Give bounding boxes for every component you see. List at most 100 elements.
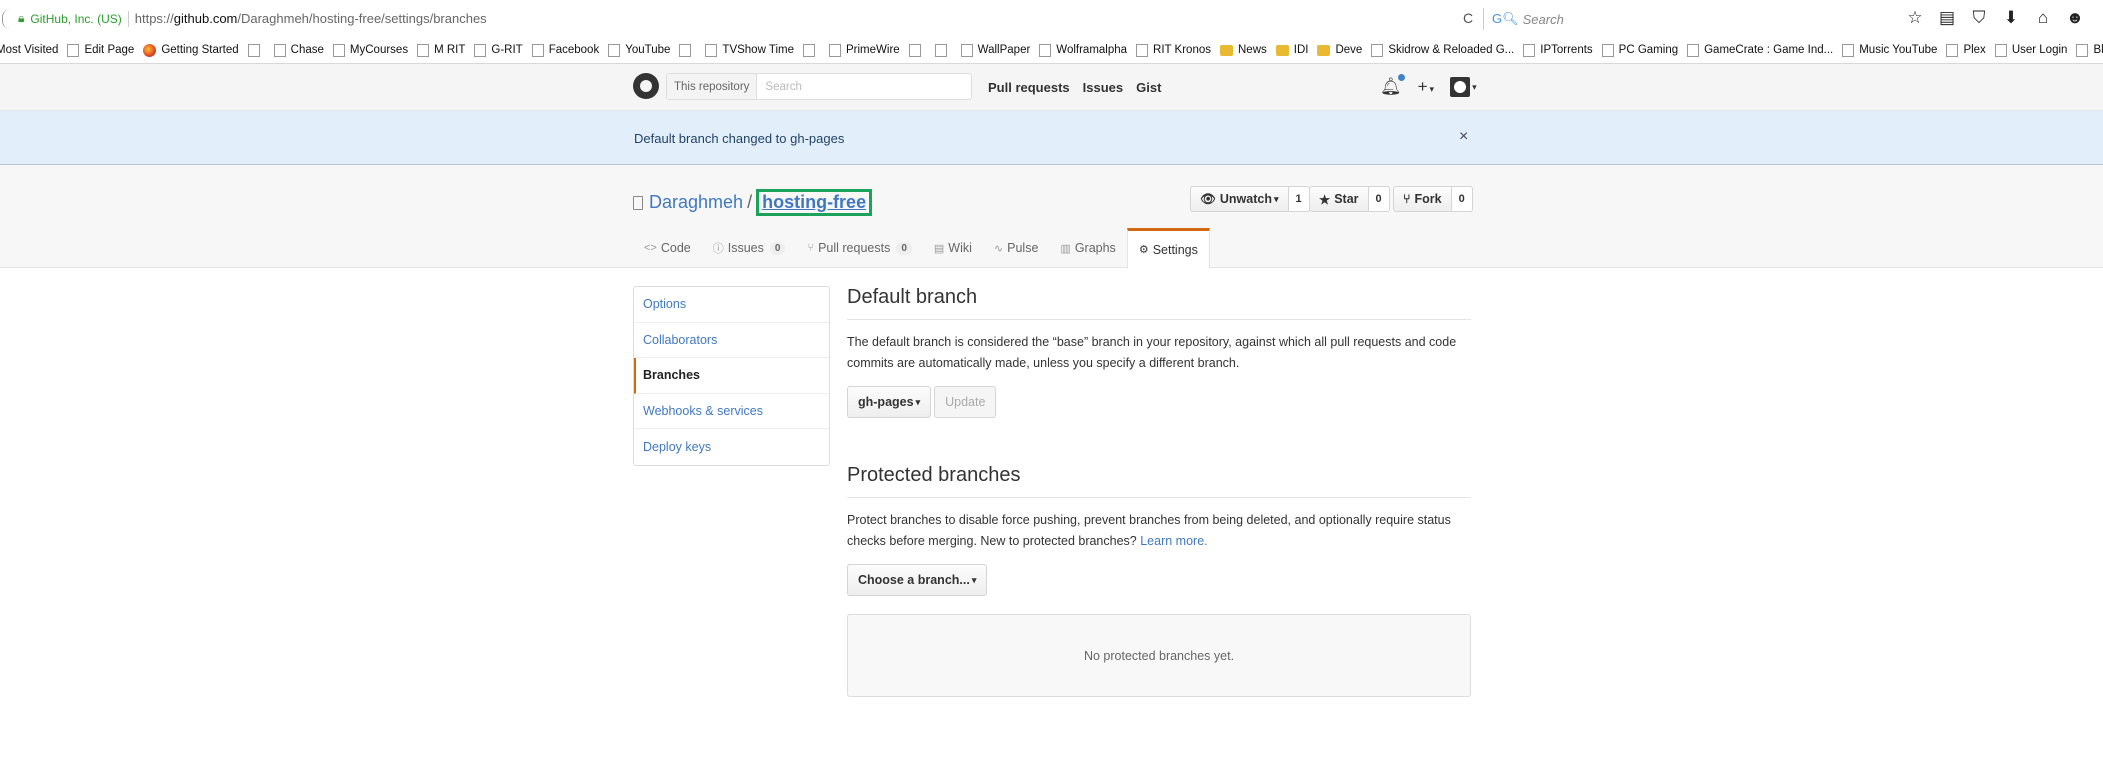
bookmark-item[interactable]: IPTorrents <box>1523 43 1593 57</box>
pulse-icon: ∿ <box>993 242 1004 255</box>
page-icon <box>1523 43 1536 57</box>
bookmark-item[interactable]: Deve <box>1317 44 1362 56</box>
menu-item-webhooks[interactable]: Webhooks & services <box>634 394 829 429</box>
stars-count[interactable]: 0 <box>1368 186 1390 212</box>
bookmark-item[interactable]: GameCrate : Game Ind... <box>1687 43 1833 57</box>
star-button[interactable]: ★ Star <box>1309 186 1369 212</box>
star-button-group: ★ Star 0 <box>1309 186 1390 212</box>
bookmark-item[interactable]: PrimeWire <box>829 43 900 57</box>
protected-branches-section: Protected branches Protect branches to d… <box>847 464 1471 697</box>
menu-item-options[interactable]: Options <box>634 287 829 323</box>
bookmark-item[interactable] <box>679 43 696 57</box>
fork-button[interactable]: ⑂ Fork <box>1393 186 1452 212</box>
header-nav: Pull requests Issues Gist <box>988 80 1161 95</box>
bookmark-star-icon[interactable]: ☆ <box>1905 8 1925 28</box>
bookmark-item[interactable] <box>247 43 265 57</box>
page-icon <box>608 43 621 57</box>
bookmark-item[interactable]: Facebook <box>531 43 599 57</box>
repo-name-link[interactable]: hosting-free <box>756 189 873 216</box>
tab-pull-requests[interactable]: ⑂ Pull requests 0 <box>796 228 922 268</box>
nav-pull-requests[interactable]: Pull requests <box>988 80 1070 95</box>
tab-code[interactable]: <> Code <box>633 228 702 268</box>
bookmark-item[interactable] <box>803 43 820 57</box>
nav-gist[interactable]: Gist <box>1136 80 1161 95</box>
bookmark-item[interactable]: Skidrow & Reloaded G... <box>1371 43 1514 57</box>
menu-item-deploy[interactable]: Deploy keys <box>634 429 829 465</box>
graphs-icon: ▥ <box>1060 242 1071 255</box>
page-icon <box>1842 43 1855 57</box>
description-line: checks before merging. New to protected … <box>847 534 1137 548</box>
reload-icon[interactable]: C <box>1463 10 1473 26</box>
bookmark-item[interactable]: WallPaper <box>960 43 1031 57</box>
browser-url-bar: 🔒︎ GitHub, Inc. (US) https://github.com/… <box>0 0 2103 37</box>
nav-issues[interactable]: Issues <box>1083 80 1123 95</box>
menu-icon[interactable]: ⋮ <box>2097 8 2103 28</box>
browser-search-input[interactable]: G🔍︎ Search <box>1492 8 1892 30</box>
bookmark-item[interactable]: PC Gaming <box>1601 43 1678 57</box>
bookmark-item[interactable]: RIT Kronos <box>1136 43 1211 57</box>
branch-select-button[interactable]: gh-pages ▾ <box>847 386 932 418</box>
close-icon[interactable]: × <box>1459 128 1468 146</box>
bookmark-item[interactable]: Most Visited <box>0 44 58 56</box>
site-identity[interactable]: GitHub, Inc. (US) <box>30 12 121 26</box>
bookmark-item[interactable]: Edit Page <box>67 43 135 57</box>
url-field[interactable]: https://github.com/Daraghmeh/hosting-fre… <box>135 11 487 26</box>
bookmark-item[interactable]: Black Screen <box>2076 43 2103 57</box>
bookmark-item[interactable] <box>934 43 952 57</box>
bookmark-item[interactable]: Chase <box>273 43 324 57</box>
bookmark-item[interactable]: TVShow Time <box>705 43 794 57</box>
tab-label: Settings <box>1152 242 1198 257</box>
watchers-count[interactable]: 1 <box>1288 186 1310 212</box>
bookmark-label: Edit Page <box>84 44 135 56</box>
create-new-button[interactable]: + ▾ <box>1418 77 1434 97</box>
tab-label: Issues <box>727 241 764 255</box>
menu-item-branches[interactable]: Branches <box>634 358 829 394</box>
tab-graphs[interactable]: ▥ Graphs <box>1049 228 1126 268</box>
github-logo-icon[interactable] <box>633 73 659 99</box>
search-engine-icon[interactable]: G🔍︎ <box>1492 11 1519 27</box>
bookmark-item[interactable]: IDI <box>1275 44 1308 56</box>
tab-settings[interactable]: ⚙ Settings <box>1126 228 1210 269</box>
repo-owner-link[interactable]: Daraghmeh <box>649 192 743 213</box>
bookmark-item[interactable]: M RIT <box>417 43 465 57</box>
bookmark-item[interactable]: Music YouTube <box>1842 43 1937 57</box>
bookmark-item[interactable]: MyCourses <box>332 43 408 57</box>
star-icon: ★ <box>1319 192 1331 207</box>
download-icon[interactable]: ⬇ <box>2001 8 2021 28</box>
bookmark-item[interactable]: Wolframalpha <box>1039 43 1127 57</box>
bookmark-item[interactable] <box>908 43 926 57</box>
bookmark-item[interactable]: G-RIT <box>474 43 523 57</box>
repo-icon <box>633 195 643 210</box>
unwatch-button[interactable]: 👁︎ Unwatch ▾ <box>1190 186 1289 212</box>
tab-issues[interactable]: ⓘ Issues 0 <box>702 228 797 268</box>
bookmark-item[interactable]: User Login <box>1994 43 2067 57</box>
bookmark-label: WallPaper <box>977 44 1031 56</box>
choose-branch-button[interactable]: Choose a branch... ▾ <box>847 564 988 596</box>
hello-icon[interactable]: ☻ <box>2065 8 2085 28</box>
forks-count[interactable]: 0 <box>1451 186 1473 212</box>
pocket-icon[interactable]: ⛉ <box>1969 8 1989 28</box>
bookmarks-bar: Most Visited Edit Page Getting Started Chas… <box>0 37 2103 64</box>
menu-item-collaborators[interactable]: Collaborators <box>634 323 829 358</box>
default-branch-description: The default branch is considered the “ba… <box>847 332 1471 374</box>
page-icon <box>417 43 430 57</box>
update-button[interactable]: Update <box>934 386 997 418</box>
bookmark-item[interactable]: Getting Started <box>143 43 239 57</box>
choose-branch-label: Choose a branch... <box>858 573 970 587</box>
bookmark-item[interactable]: Plex <box>1946 43 1986 57</box>
user-menu-button[interactable]: ▾ <box>1450 77 1477 97</box>
divider <box>1483 8 1484 30</box>
chevron-down-icon: ▾ <box>915 396 921 407</box>
notification-bell-icon[interactable]: 🔔︎ <box>1380 74 1405 97</box>
description-line: commits are automatically made, unless y… <box>847 356 1240 370</box>
tab-label: Pulse <box>1007 241 1039 255</box>
reading-list-icon[interactable]: ▤ <box>1937 8 1957 28</box>
learn-more-link[interactable]: Learn more. <box>1140 534 1207 548</box>
bookmark-item[interactable]: YouTube <box>608 43 670 57</box>
tab-pulse[interactable]: ∿ Pulse <box>983 228 1050 268</box>
github-search-input[interactable]: This repository Search <box>666 73 972 100</box>
tab-wiki[interactable]: ▤ Wiki <box>923 228 983 268</box>
back-button-edge[interactable] <box>2 8 10 29</box>
bookmark-item[interactable]: News <box>1220 44 1267 56</box>
home-icon[interactable]: ⌂ <box>2033 8 2053 28</box>
